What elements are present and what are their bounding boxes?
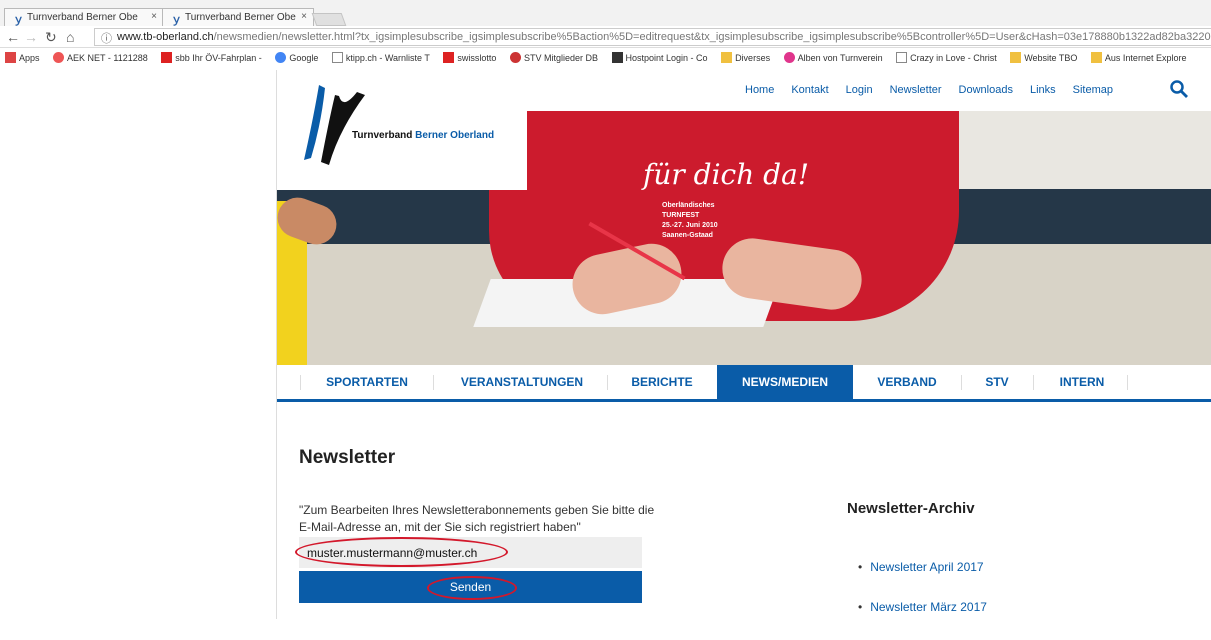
address-row: ← → ↻ ⌂ ⓘ www.tb-oberland.ch/newsmedien/… <box>0 26 1211 48</box>
google-icon <box>275 52 287 63</box>
archive-link[interactable]: Newsletter März 2017 <box>858 600 987 640</box>
reload-icon[interactable]: ↻ <box>45 29 57 46</box>
tab-title: Turnverband Berner Obe <box>185 12 296 23</box>
tab-close-icon[interactable]: × <box>151 11 157 22</box>
bookmark-item[interactable]: STV Mitglieder DB <box>509 52 598 63</box>
bookmark-item[interactable]: Alben von Turnverein <box>783 52 883 63</box>
nav-intern[interactable]: INTERN <box>1042 365 1122 399</box>
bookmark-favicon-icon <box>53 52 65 63</box>
main-nav: SPORTARTEN VERANSTALTUNGEN BERICHTE NEWS… <box>277 365 1211 402</box>
bookmark-item[interactable]: ktipp.ch - Warnliste T <box>331 52 430 63</box>
archive-list: Newsletter April 2017 Newsletter März 20… <box>858 560 987 640</box>
top-nav: Home Kontakt Login Newsletter Downloads Links… <box>745 84 1130 96</box>
page-icon <box>331 52 343 63</box>
bookmark-apps[interactable]: Apps <box>5 52 40 63</box>
archive-title: Newsletter-Archiv <box>847 500 975 517</box>
logo-mark-icon <box>304 85 365 165</box>
site-favicon-icon: ｙ <box>13 14 24 26</box>
top-nav-links[interactable]: Links <box>1030 84 1056 96</box>
bookmark-item[interactable]: swisslotto <box>443 52 496 63</box>
page-icon <box>896 52 908 63</box>
logo-name: Turnverband <box>352 130 413 141</box>
top-nav-downloads[interactable]: Downloads <box>959 84 1013 96</box>
bookmark-item[interactable]: Google <box>275 52 318 63</box>
nav-verband[interactable]: VERBAND <box>857 365 957 399</box>
new-tab-button[interactable] <box>311 13 347 26</box>
turnfest-shirt-logo: Oberländisches TURNFEST 25.-27. Juni 201… <box>662 202 718 239</box>
flickr-icon <box>783 52 795 63</box>
browser-tab[interactable]: ｙ Turnverband Berner Obe × <box>4 8 164 26</box>
home-icon[interactable]: ⌂ <box>66 29 74 45</box>
site-favicon-icon: ｙ <box>171 14 182 26</box>
bookmarks-bar: Apps AEK NET - 1121288 sbb Ihr ÖV-Fahrpl… <box>0 48 1211 70</box>
forward-icon[interactable]: → <box>24 29 38 45</box>
hero-slogan: für dich da! <box>643 158 810 191</box>
tab-close-icon[interactable]: × <box>301 11 307 22</box>
back-icon[interactable]: ← <box>6 29 20 45</box>
stv-icon <box>509 52 521 63</box>
bookmark-item[interactable]: AEK NET - 1121288 <box>53 52 148 63</box>
folder-icon <box>721 52 733 63</box>
annotation-circle-email <box>295 537 508 567</box>
top-nav-login[interactable]: Login <box>846 84 873 96</box>
bookmark-favicon-icon <box>161 52 173 63</box>
folder-icon <box>1010 52 1022 63</box>
logo-region: Berner Oberland <box>415 130 495 141</box>
bookmark-item[interactable]: Hostpoint Login - Co <box>611 52 708 63</box>
url-path: /newsmedien/newsletter.html?tx_igsimples… <box>213 31 1211 43</box>
bookmark-item[interactable]: Crazy in Love - Christ <box>896 52 997 63</box>
bookmark-item[interactable]: sbb Ihr ÖV-Fahrplan - <box>161 52 262 63</box>
top-nav-home[interactable]: Home <box>745 84 774 96</box>
nav-news-medien[interactable]: NEWS/MEDIEN <box>717 365 853 399</box>
url-host: www.tb-oberland.ch <box>117 31 214 43</box>
bookmark-favicon-icon <box>443 52 455 63</box>
info-icon[interactable]: ⓘ <box>101 30 112 45</box>
address-bar[interactable]: ⓘ www.tb-oberland.ch/newsmedien/newslett… <box>94 28 1211 46</box>
search-icon[interactable] <box>1170 80 1188 98</box>
site-logo[interactable]: Turnverband Berner Oberland <box>277 70 527 190</box>
top-nav-sitemap[interactable]: Sitemap <box>1073 84 1113 96</box>
apps-grid-icon <box>5 52 16 63</box>
browser-tab[interactable]: ｙ Turnverband Berner Obe × <box>162 8 314 26</box>
bookmark-folder[interactable]: Diverses <box>721 52 770 63</box>
browser-tab-bar: ｙ Turnverband Berner Obe × ｙ Turnverband… <box>0 0 1211 26</box>
bookmark-folder[interactable]: Website TBO <box>1010 52 1077 63</box>
archive-link[interactable]: Newsletter April 2017 <box>858 560 987 600</box>
folder-icon <box>1090 52 1102 63</box>
newsletter-instructions: "Zum Bearbeiten Ihres Newsletterabonneme… <box>299 503 655 534</box>
nav-stv[interactable]: STV <box>967 365 1027 399</box>
page-title: Newsletter <box>299 447 396 468</box>
nav-berichte[interactable]: BERICHTE <box>612 365 712 399</box>
top-nav-kontakt[interactable]: Kontakt <box>791 84 828 96</box>
top-nav-newsletter[interactable]: Newsletter <box>890 84 942 96</box>
tab-title: Turnverband Berner Obe <box>27 12 138 23</box>
bookmark-favicon-icon <box>611 52 623 63</box>
bookmark-folder[interactable]: Aus Internet Explore <box>1090 52 1186 63</box>
nav-sportarten[interactable]: SPORTARTEN <box>307 365 427 399</box>
nav-veranstaltungen[interactable]: VERANSTALTUNGEN <box>437 365 607 399</box>
annotation-circle-submit <box>427 576 517 600</box>
